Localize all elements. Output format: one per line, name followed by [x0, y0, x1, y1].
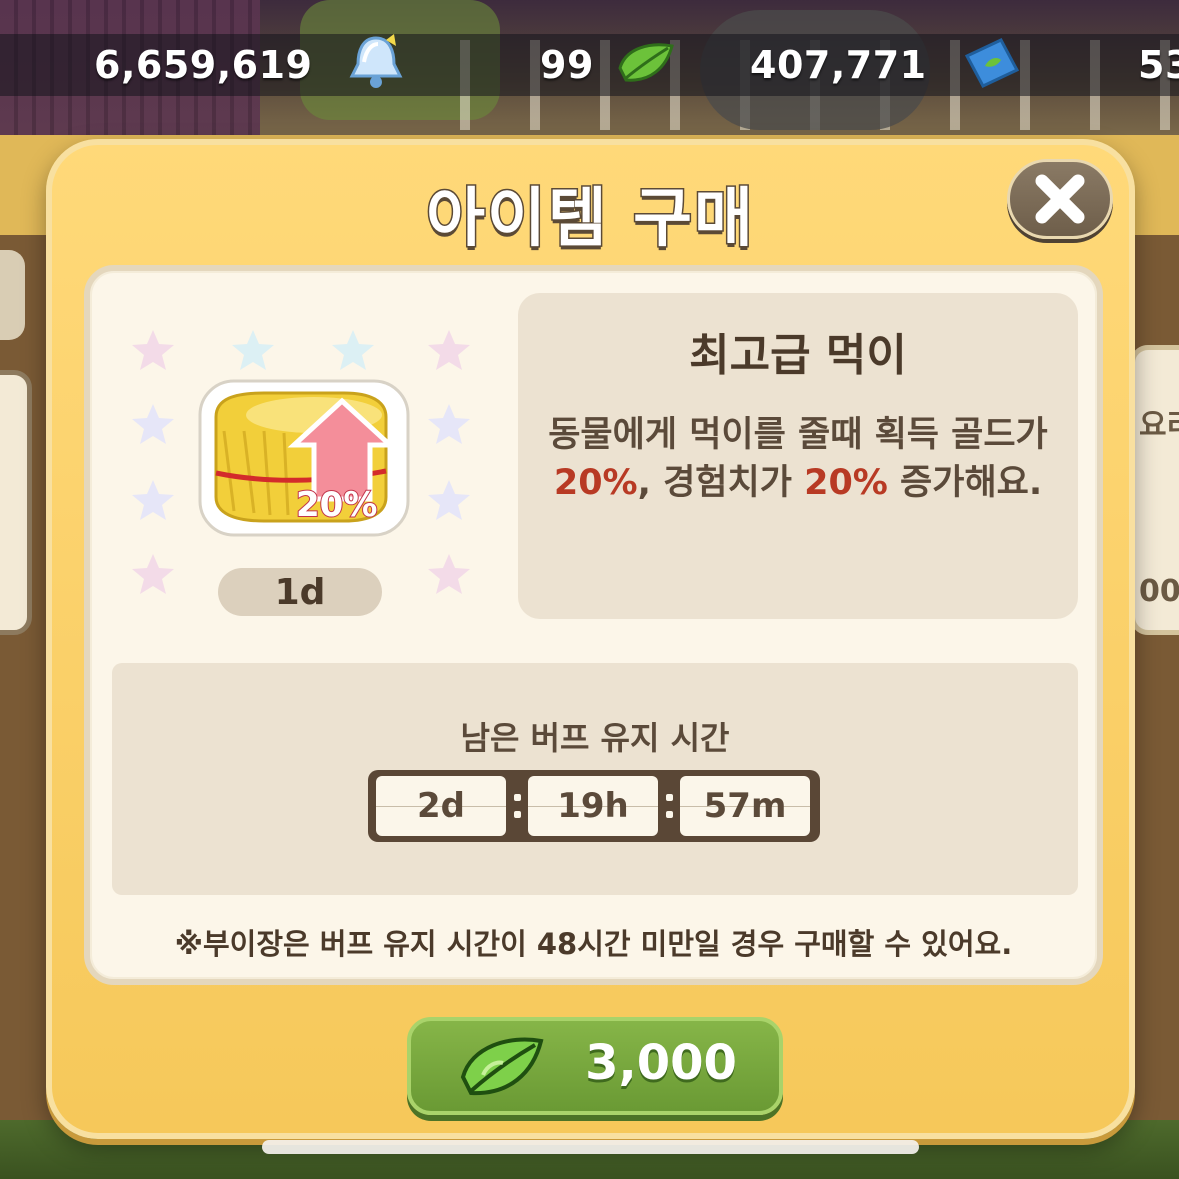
desc-part: 증가해요. [887, 463, 1043, 503]
timer-minutes-value: 57m [703, 786, 787, 826]
item-purchase-dialog: 아이템 구매 20% 1d 최고급 먹이 동물에게 먹이를 줄때 획득 골드가 … [46, 139, 1135, 1139]
ticket-icon [961, 36, 1023, 94]
ticket-count: 407,771 [750, 43, 927, 87]
purchase-note: ※부이장은 버프 유지 시간이 48시간 미만일 경우 구매할 수 있어요. [174, 927, 1013, 961]
leaf-icon [616, 38, 676, 92]
star-icon [132, 480, 174, 520]
star-icon [428, 404, 470, 444]
star-icon [428, 480, 470, 520]
shop-card-right: 요리 00 [1130, 345, 1179, 635]
buff-timer-box: 남은 버프 유지 시간 2d 19h 57m [112, 663, 1078, 895]
gold-bonus-value: 20% [553, 463, 638, 503]
item-name: 최고급 먹이 [689, 330, 907, 381]
timer-minutes: 57m [680, 776, 810, 836]
bell-count: 6,659,619 [94, 43, 313, 87]
close-icon [1035, 174, 1085, 224]
shop-card-right-label: 요리 [1139, 408, 1179, 443]
bell-icon [346, 32, 406, 98]
star-icon [232, 330, 274, 370]
buy-button[interactable]: 3,000 [407, 1017, 783, 1115]
home-indicator[interactable] [262, 1140, 919, 1154]
star-icon [428, 554, 470, 594]
star-icon [132, 404, 174, 444]
leaf-currency[interactable]: 99 [540, 34, 676, 96]
ticket-currency[interactable]: 407,771 [750, 34, 1023, 96]
item-bonus-badge: 20% [295, 484, 378, 526]
timer-separator [658, 776, 680, 836]
star-icon [332, 330, 374, 370]
shop-card-left [0, 370, 32, 635]
other-currency[interactable]: 53 [1138, 34, 1179, 96]
exp-bonus-value: 20% [804, 463, 888, 503]
shop-tab-left [0, 250, 25, 340]
star-icon [132, 554, 174, 594]
star-icon [428, 330, 470, 370]
timer-days: 2d [376, 776, 506, 836]
duration-pill: 1d [218, 568, 382, 616]
timer-display: 2d 19h 57m [368, 770, 820, 842]
timer-days-value: 2d [417, 786, 465, 826]
description-box: 최고급 먹이 동물에게 먹이를 줄때 획득 골드가 20%, 경험치가 20% … [518, 293, 1078, 619]
desc-part: , 경험치가 [637, 463, 805, 503]
shop-card-right-price: 00 [1139, 574, 1179, 609]
dialog-title: 아이템 구매 [425, 181, 755, 258]
desc-part: 동물에게 먹이를 줄때 획득 골드가 [548, 415, 1048, 455]
star-icon [132, 330, 174, 370]
buy-price: 3,000 [585, 1035, 737, 1091]
leaf-count: 99 [540, 43, 594, 87]
timer-separator [506, 776, 528, 836]
timer-hours-value: 19h [557, 786, 629, 826]
item-description: 동물에게 먹이를 줄때 획득 골드가 20%, 경험치가 20% 증가해요. [540, 411, 1056, 507]
bell-currency[interactable]: 6,659,619 [94, 34, 406, 96]
timer-label: 남은 버프 유지 시간 [460, 719, 730, 757]
timer-hours: 19h [528, 776, 658, 836]
item-panel: 20% 1d 최고급 먹이 동물에게 먹이를 줄때 획득 골드가 20%, 경험… [84, 265, 1103, 985]
close-button[interactable] [1007, 159, 1113, 239]
other-count: 53 [1138, 43, 1179, 87]
leaf-icon [460, 1037, 544, 1096]
